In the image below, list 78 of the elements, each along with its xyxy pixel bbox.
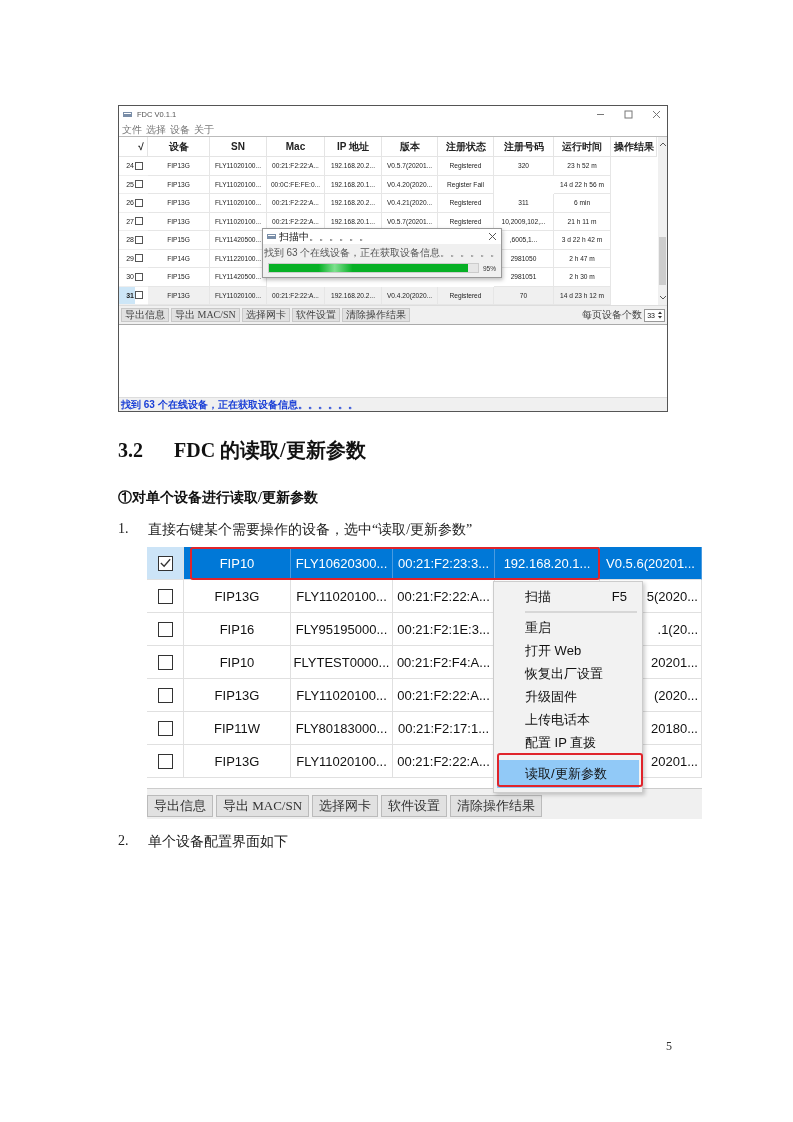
table-cell: FIP10 bbox=[219, 654, 255, 670]
table-cell: FLY11020100... bbox=[296, 588, 387, 604]
toolbar-button[interactable]: 清除操作结果 bbox=[450, 795, 543, 817]
page-size-label: 每页设备个数 bbox=[582, 308, 643, 322]
table-cell: FLY80183000... bbox=[295, 720, 388, 736]
toolbar-button[interactable]: 选择网卡 bbox=[241, 308, 290, 322]
column-header[interactable]: 设备 bbox=[148, 137, 210, 157]
toolbar-button[interactable]: 导出信息 bbox=[121, 308, 169, 322]
table-cell: 00:21:F2:22:A... bbox=[397, 588, 490, 604]
table-cell: 00:21:F2:22:A... bbox=[397, 687, 490, 703]
menu-item[interactable]: 配置 IP 直拨 bbox=[497, 731, 639, 754]
table-row[interactable]: FIP13G bbox=[184, 679, 291, 712]
table-row[interactable]: FIP16 bbox=[184, 613, 291, 646]
toolbar-button[interactable]: 软件设置 bbox=[291, 308, 340, 322]
menu-item[interactable]: 选择 bbox=[146, 123, 166, 136]
table-row[interactable]: FIP13G bbox=[184, 745, 291, 778]
toolbar-button[interactable]: 选择网卡 bbox=[312, 795, 379, 817]
page-number: 5 bbox=[666, 1039, 672, 1054]
subheading: ①对单个设备进行读取/更新参数 bbox=[118, 489, 319, 507]
column-header[interactable]: Mac bbox=[267, 137, 325, 157]
column-header[interactable]: 注册状态 bbox=[438, 137, 494, 157]
column-header[interactable]: 注册号码 bbox=[494, 137, 554, 157]
toolbar-button[interactable]: 软件设置 bbox=[381, 795, 448, 817]
column-header[interactable]: 版本 bbox=[382, 137, 438, 157]
menu-item[interactable]: 文件 bbox=[122, 123, 142, 136]
table-cell: FLY11020100... bbox=[296, 753, 387, 769]
toolbar-button[interactable]: 导出 MAC/SN bbox=[216, 795, 310, 817]
table-cell: FIP13G bbox=[214, 687, 260, 703]
toolbar-button[interactable]: 清除操作结果 bbox=[341, 308, 410, 322]
dialog-title: 扫描中。。。。。。 bbox=[279, 229, 369, 244]
column-header[interactable]: 运行时间 bbox=[554, 137, 611, 157]
toolbar-button[interactable]: 导出 MAC/SN bbox=[171, 308, 240, 322]
menu-item[interactable]: 升级固件 bbox=[497, 685, 639, 708]
table-cell: FIP13G bbox=[214, 753, 260, 769]
step-text: 单个设备配置界面如下 bbox=[148, 833, 288, 851]
menu-item[interactable]: 重启 bbox=[497, 616, 639, 639]
section-title: FDC 的读取/更新参数 bbox=[174, 438, 366, 463]
menu-item[interactable]: 打开 Web bbox=[497, 639, 639, 662]
table-cell: 00:21:F2:22:A... bbox=[397, 753, 490, 769]
menu-item[interactable]: 上传电话本 bbox=[497, 708, 639, 731]
table-cell: FIP10 bbox=[219, 555, 255, 571]
table-cell: 00:21:F2:17:1... bbox=[397, 720, 490, 736]
column-header[interactable]: 操作结果 bbox=[611, 137, 657, 157]
column-header[interactable]: √ bbox=[135, 137, 148, 157]
table-cell: 20180... bbox=[651, 720, 698, 736]
table-cell: 20201... bbox=[651, 654, 698, 670]
table-row[interactable]: FIP13G bbox=[184, 580, 291, 613]
table-cell: FIP11W bbox=[214, 720, 260, 736]
table-cell: FLY11020100... bbox=[296, 687, 387, 703]
table-cell: FIP13G bbox=[214, 588, 260, 604]
menu-item[interactable]: 设备 bbox=[170, 123, 190, 136]
table-cell: V0.5.6(20201... bbox=[606, 555, 695, 571]
table-cell: 00:21:F2:1E:3... bbox=[397, 621, 490, 637]
status-text: 找到 63 个在线设备，正在获取设备信息。。。。。。 bbox=[119, 398, 667, 411]
step-text: 直接右键某个需要操作的设备，选中“读取/更新参数” bbox=[148, 521, 473, 539]
table-row[interactable]: FIP11W bbox=[184, 712, 291, 745]
table-cell: 192.168.20.1... bbox=[503, 555, 591, 571]
table-row[interactable]: FIP10 bbox=[184, 646, 291, 679]
toolbar-button[interactable]: 导出信息 bbox=[147, 795, 213, 817]
table-cell: FLY10620300... bbox=[295, 555, 388, 571]
table-cell: FLYTEST0000... bbox=[293, 654, 390, 670]
table-cell: 5(2020... bbox=[646, 588, 698, 604]
menu-item[interactable]: 读取/更新参数 bbox=[497, 760, 639, 788]
table-cell: 00:21:F2:F4:A... bbox=[396, 654, 491, 670]
section-number: 3.2 bbox=[118, 439, 144, 462]
table-cell: FLY95195000... bbox=[295, 621, 388, 637]
table-cell: 20201... bbox=[651, 753, 698, 769]
table-cell: .1(20... bbox=[657, 621, 698, 637]
menu-item[interactable]: 扫描 F5 bbox=[497, 585, 639, 608]
step-number: 1. bbox=[118, 521, 130, 538]
table-cell: 00:21:F2:23:3... bbox=[397, 555, 490, 571]
column-header[interactable]: SN bbox=[210, 137, 267, 157]
column-header[interactable]: IP 地址 bbox=[325, 137, 382, 157]
menu-item[interactable]: 恢复出厂设置 bbox=[497, 662, 639, 685]
menu-item[interactable]: 关于 bbox=[194, 123, 214, 136]
step-number: 2. bbox=[118, 833, 130, 850]
table-cell: (2020... bbox=[653, 687, 698, 703]
table-cell: FIP16 bbox=[219, 621, 255, 637]
